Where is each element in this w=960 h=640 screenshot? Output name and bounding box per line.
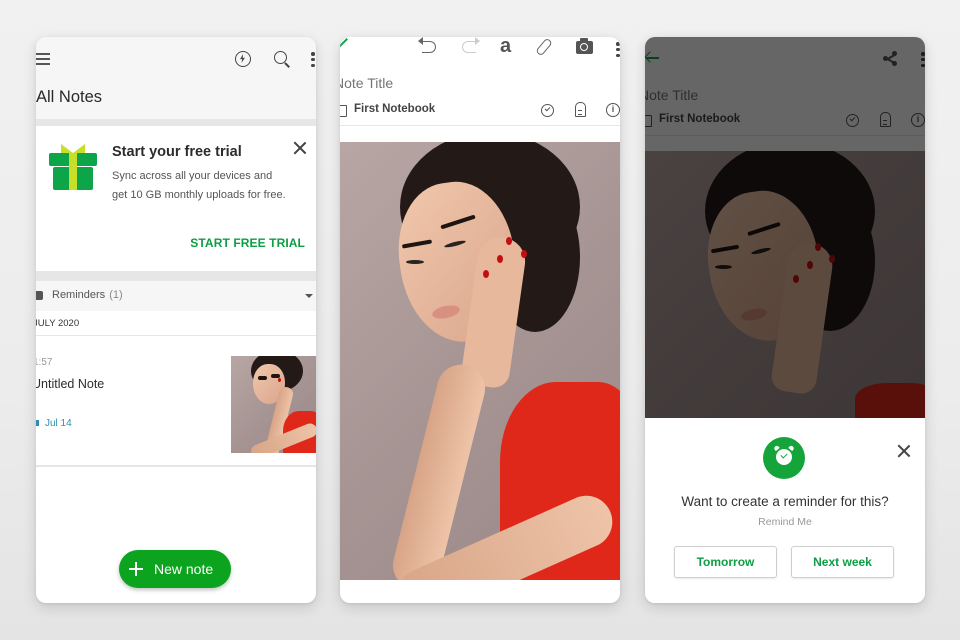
trial-title: Start your free trial (112, 144, 242, 160)
reminder-bottom-sheet: Want to create a reminder for this? Remi… (645, 418, 925, 603)
close-icon[interactable] (293, 141, 307, 155)
remind-tomorrow-button[interactable]: Tomorrow (674, 546, 777, 578)
text-format-icon[interactable]: a (500, 37, 511, 56)
note-title-input[interactable] (645, 87, 839, 103)
trial-description: Sync across all your devices and get 10 … (112, 170, 286, 201)
plus-icon (129, 562, 143, 576)
new-note-button[interactable]: New note (119, 550, 231, 588)
remind-next-week-button[interactable]: Next week (791, 546, 894, 578)
back-arrow-icon[interactable] (645, 51, 659, 65)
more-icon[interactable] (921, 52, 925, 68)
bolt-icon[interactable] (235, 51, 251, 67)
notebook-selector[interactable]: First Notebook (659, 113, 740, 125)
more-icon[interactable] (311, 52, 315, 68)
note-list-item[interactable]: 1:57 Untitled Note Jul 14 (36, 337, 316, 467)
start-free-trial-button[interactable]: START FREE TRIAL (190, 236, 305, 250)
alarm-icon[interactable] (846, 114, 859, 127)
notebook-icon (645, 115, 652, 127)
note-image (645, 151, 925, 418)
menu-icon[interactable] (36, 53, 50, 65)
note-reminder-date: Jul 14 (45, 418, 72, 429)
note-title: Untitled Note (36, 377, 105, 391)
note-editor-screen: a First Notebook i (340, 37, 620, 603)
page-title: All Notes (36, 88, 103, 106)
reminder-icon (36, 291, 43, 300)
more-icon[interactable] (616, 42, 620, 58)
divider (645, 135, 925, 136)
gift-icon (47, 141, 99, 191)
reminders-count: (1) (109, 289, 123, 301)
camera-icon[interactable] (576, 38, 593, 54)
divider (36, 271, 316, 281)
note-view-dimmed: First Notebook i (645, 37, 925, 418)
notebook-icon (340, 105, 347, 117)
edit-icon[interactable] (340, 38, 348, 48)
reminder-prompt-screen: First Notebook i Want to cr (645, 37, 925, 603)
alarm-icon[interactable] (541, 104, 554, 117)
note-time: 1:57 (36, 357, 53, 368)
info-icon[interactable]: i (911, 113, 925, 127)
divider (36, 119, 316, 126)
month-header: JULY 2020 (36, 318, 80, 329)
tag-icon[interactable] (880, 112, 891, 127)
alarm-clock-icon (763, 437, 805, 479)
notes-list-screen: All Notes Start your free trial Sync acr… (36, 37, 316, 603)
divider (36, 465, 316, 467)
reminder-subtitle: Remind Me (758, 516, 812, 528)
note-thumbnail (231, 356, 316, 453)
reminders-label: Reminders (52, 289, 106, 301)
notebook-selector[interactable]: First Notebook (354, 103, 435, 115)
info-icon[interactable]: i (606, 103, 620, 117)
close-icon[interactable] (897, 444, 911, 458)
divider (36, 335, 316, 336)
app-header: All Notes (36, 37, 316, 119)
attachment-icon[interactable] (535, 37, 553, 57)
share-icon[interactable] (883, 51, 897, 66)
reminder-icon (36, 420, 39, 426)
redo-icon[interactable] (462, 37, 480, 53)
undo-icon[interactable] (418, 37, 436, 53)
chevron-down-icon[interactable] (305, 294, 313, 298)
reminders-section-header[interactable]: Reminders (1) (36, 281, 316, 311)
note-title-input[interactable] (340, 75, 534, 91)
tag-icon[interactable] (575, 102, 586, 117)
divider (340, 125, 620, 126)
free-trial-card: Start your free trial Sync across all yo… (36, 126, 316, 271)
search-icon[interactable] (274, 51, 287, 64)
note-image[interactable] (340, 142, 620, 580)
reminder-question: Want to create a reminder for this? (681, 494, 889, 509)
